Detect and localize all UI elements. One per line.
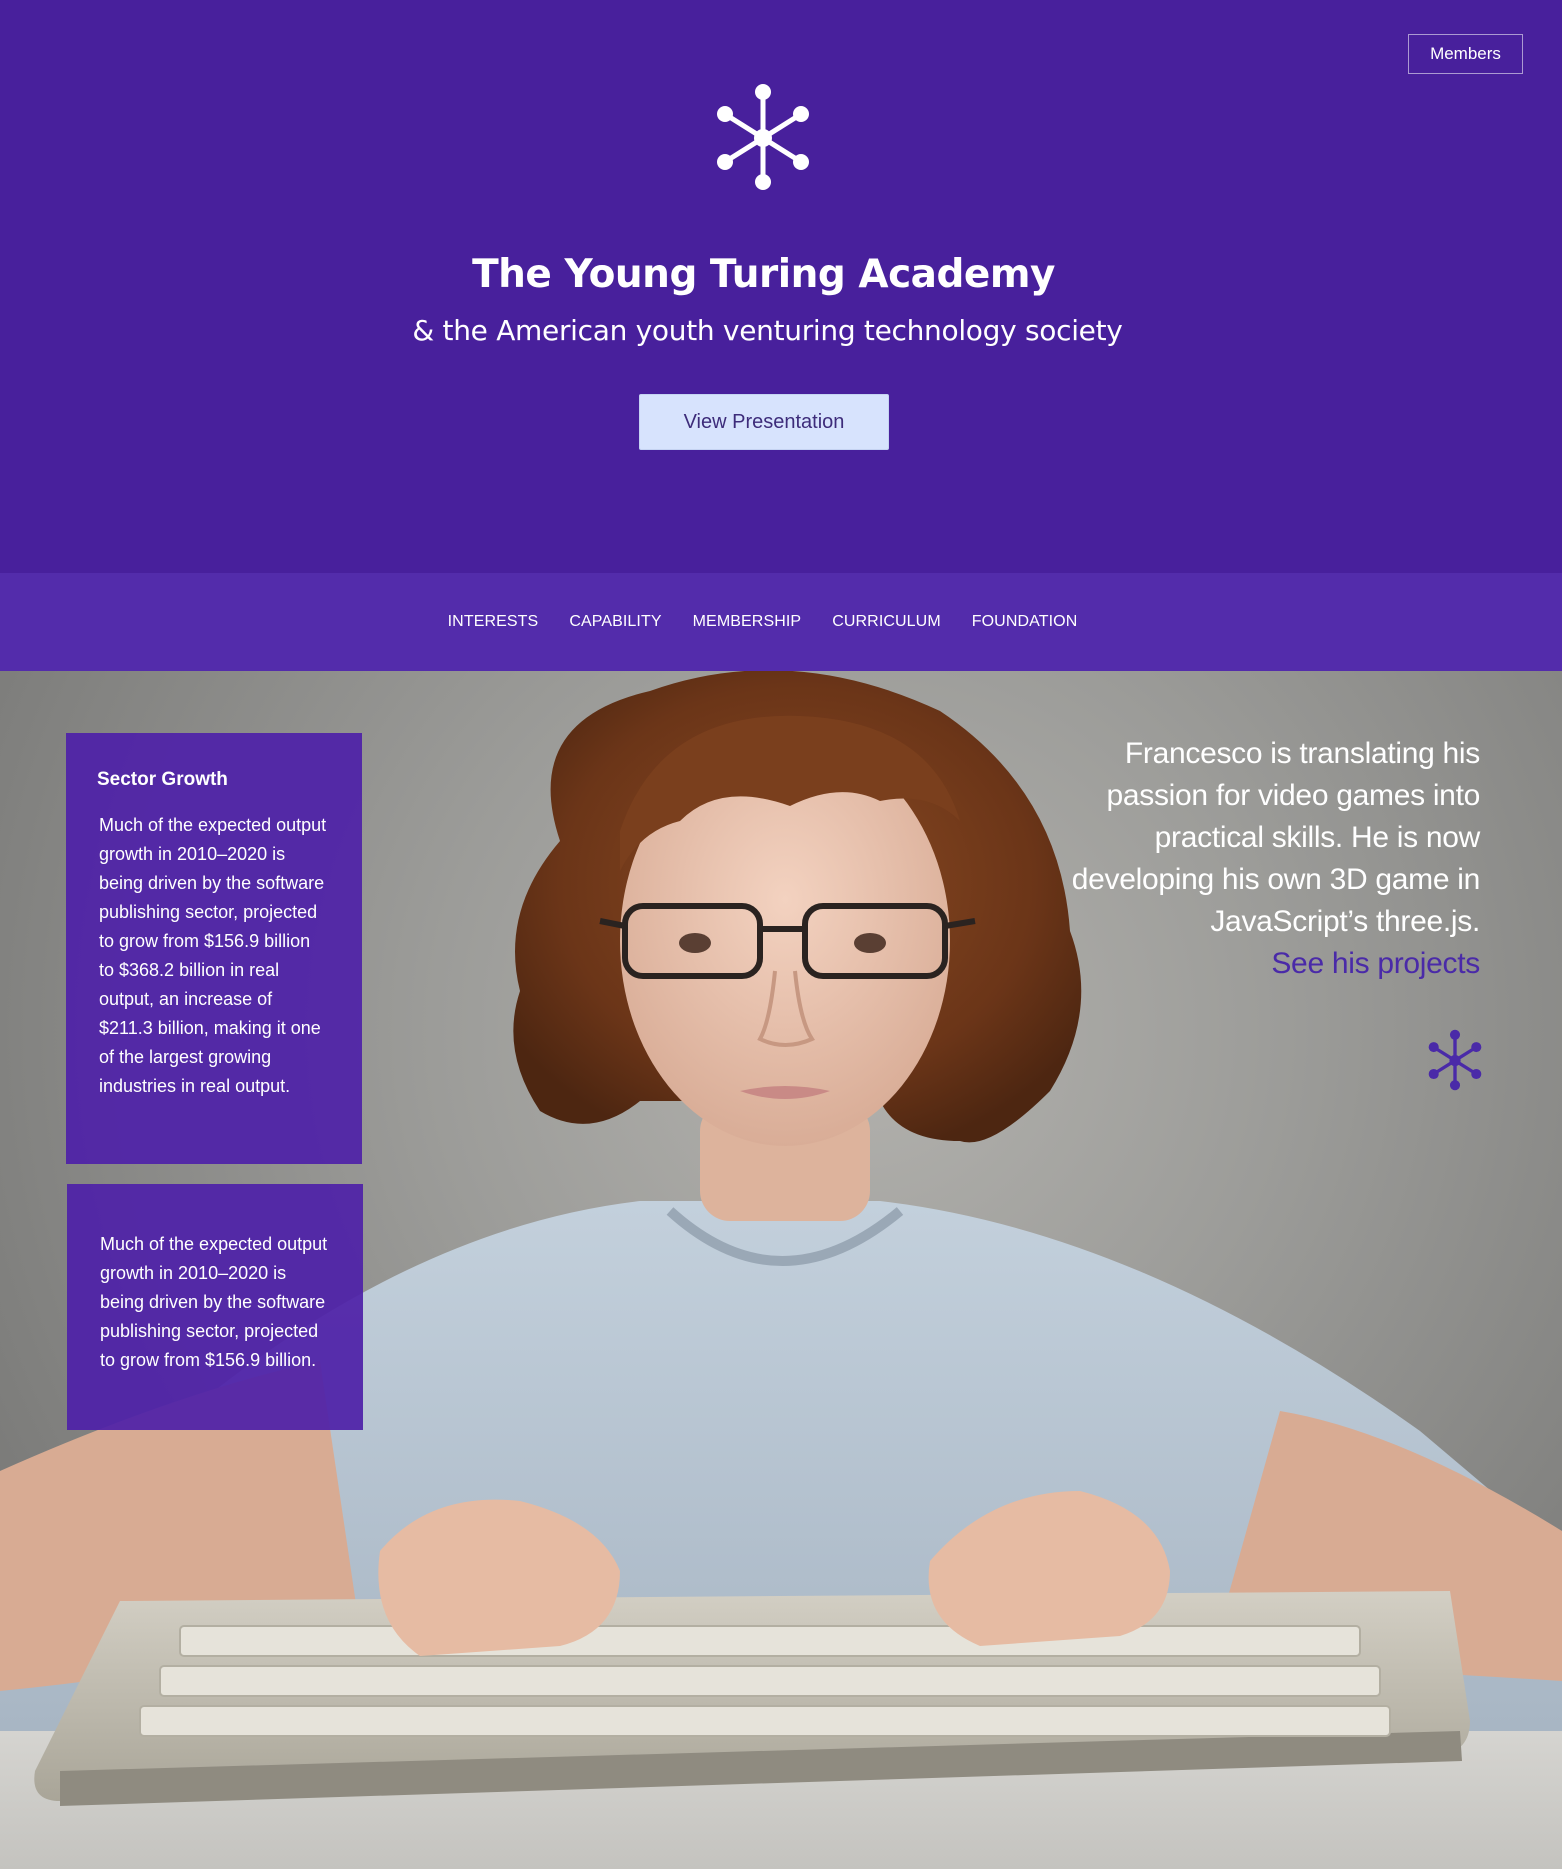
see-projects-link[interactable]: See his projects (1040, 943, 1480, 985)
hero-header: Members The Young Turing Academy & the A… (0, 0, 1562, 573)
card-title: Sector Growth (97, 769, 228, 790)
nav-item-foundation[interactable]: FOUNDATION (972, 613, 1078, 631)
card-body: Much of the expected output growth in 20… (100, 1234, 328, 1370)
quote-text: Francesco is translating his passion for… (1071, 737, 1481, 938)
nav-item-interests[interactable]: INTERESTS (448, 613, 539, 631)
molecule-logo-icon (717, 84, 809, 190)
feature-section: Sector Growth Much of the expected outpu… (0, 671, 1562, 1869)
view-presentation-button[interactable]: View Presentation (639, 394, 889, 450)
sector-growth-card: Sector Growth Much of the expected outpu… (66, 733, 362, 1164)
feature-quote: Francesco is translating his passion for… (1040, 733, 1481, 985)
nav-item-membership[interactable]: MEMBERSHIP (693, 613, 802, 631)
site-title: The Young Turing Academy (472, 252, 1055, 297)
nav-item-curriculum[interactable]: CURRICULUM (832, 613, 941, 631)
site-subtitle: & the American youth venturing technolog… (412, 314, 1123, 347)
card-body: Much of the expected output growth in 20… (99, 815, 327, 1096)
members-button[interactable]: Members (1408, 34, 1523, 74)
growth-summary-card: Much of the expected output growth in 20… (67, 1184, 363, 1430)
nav-item-capability[interactable]: CAPABILITY (569, 613, 661, 631)
main-nav: INTERESTS CAPABILITY MEMBERSHIP CURRICUL… (0, 573, 1562, 671)
molecule-icon (1428, 1029, 1482, 1091)
